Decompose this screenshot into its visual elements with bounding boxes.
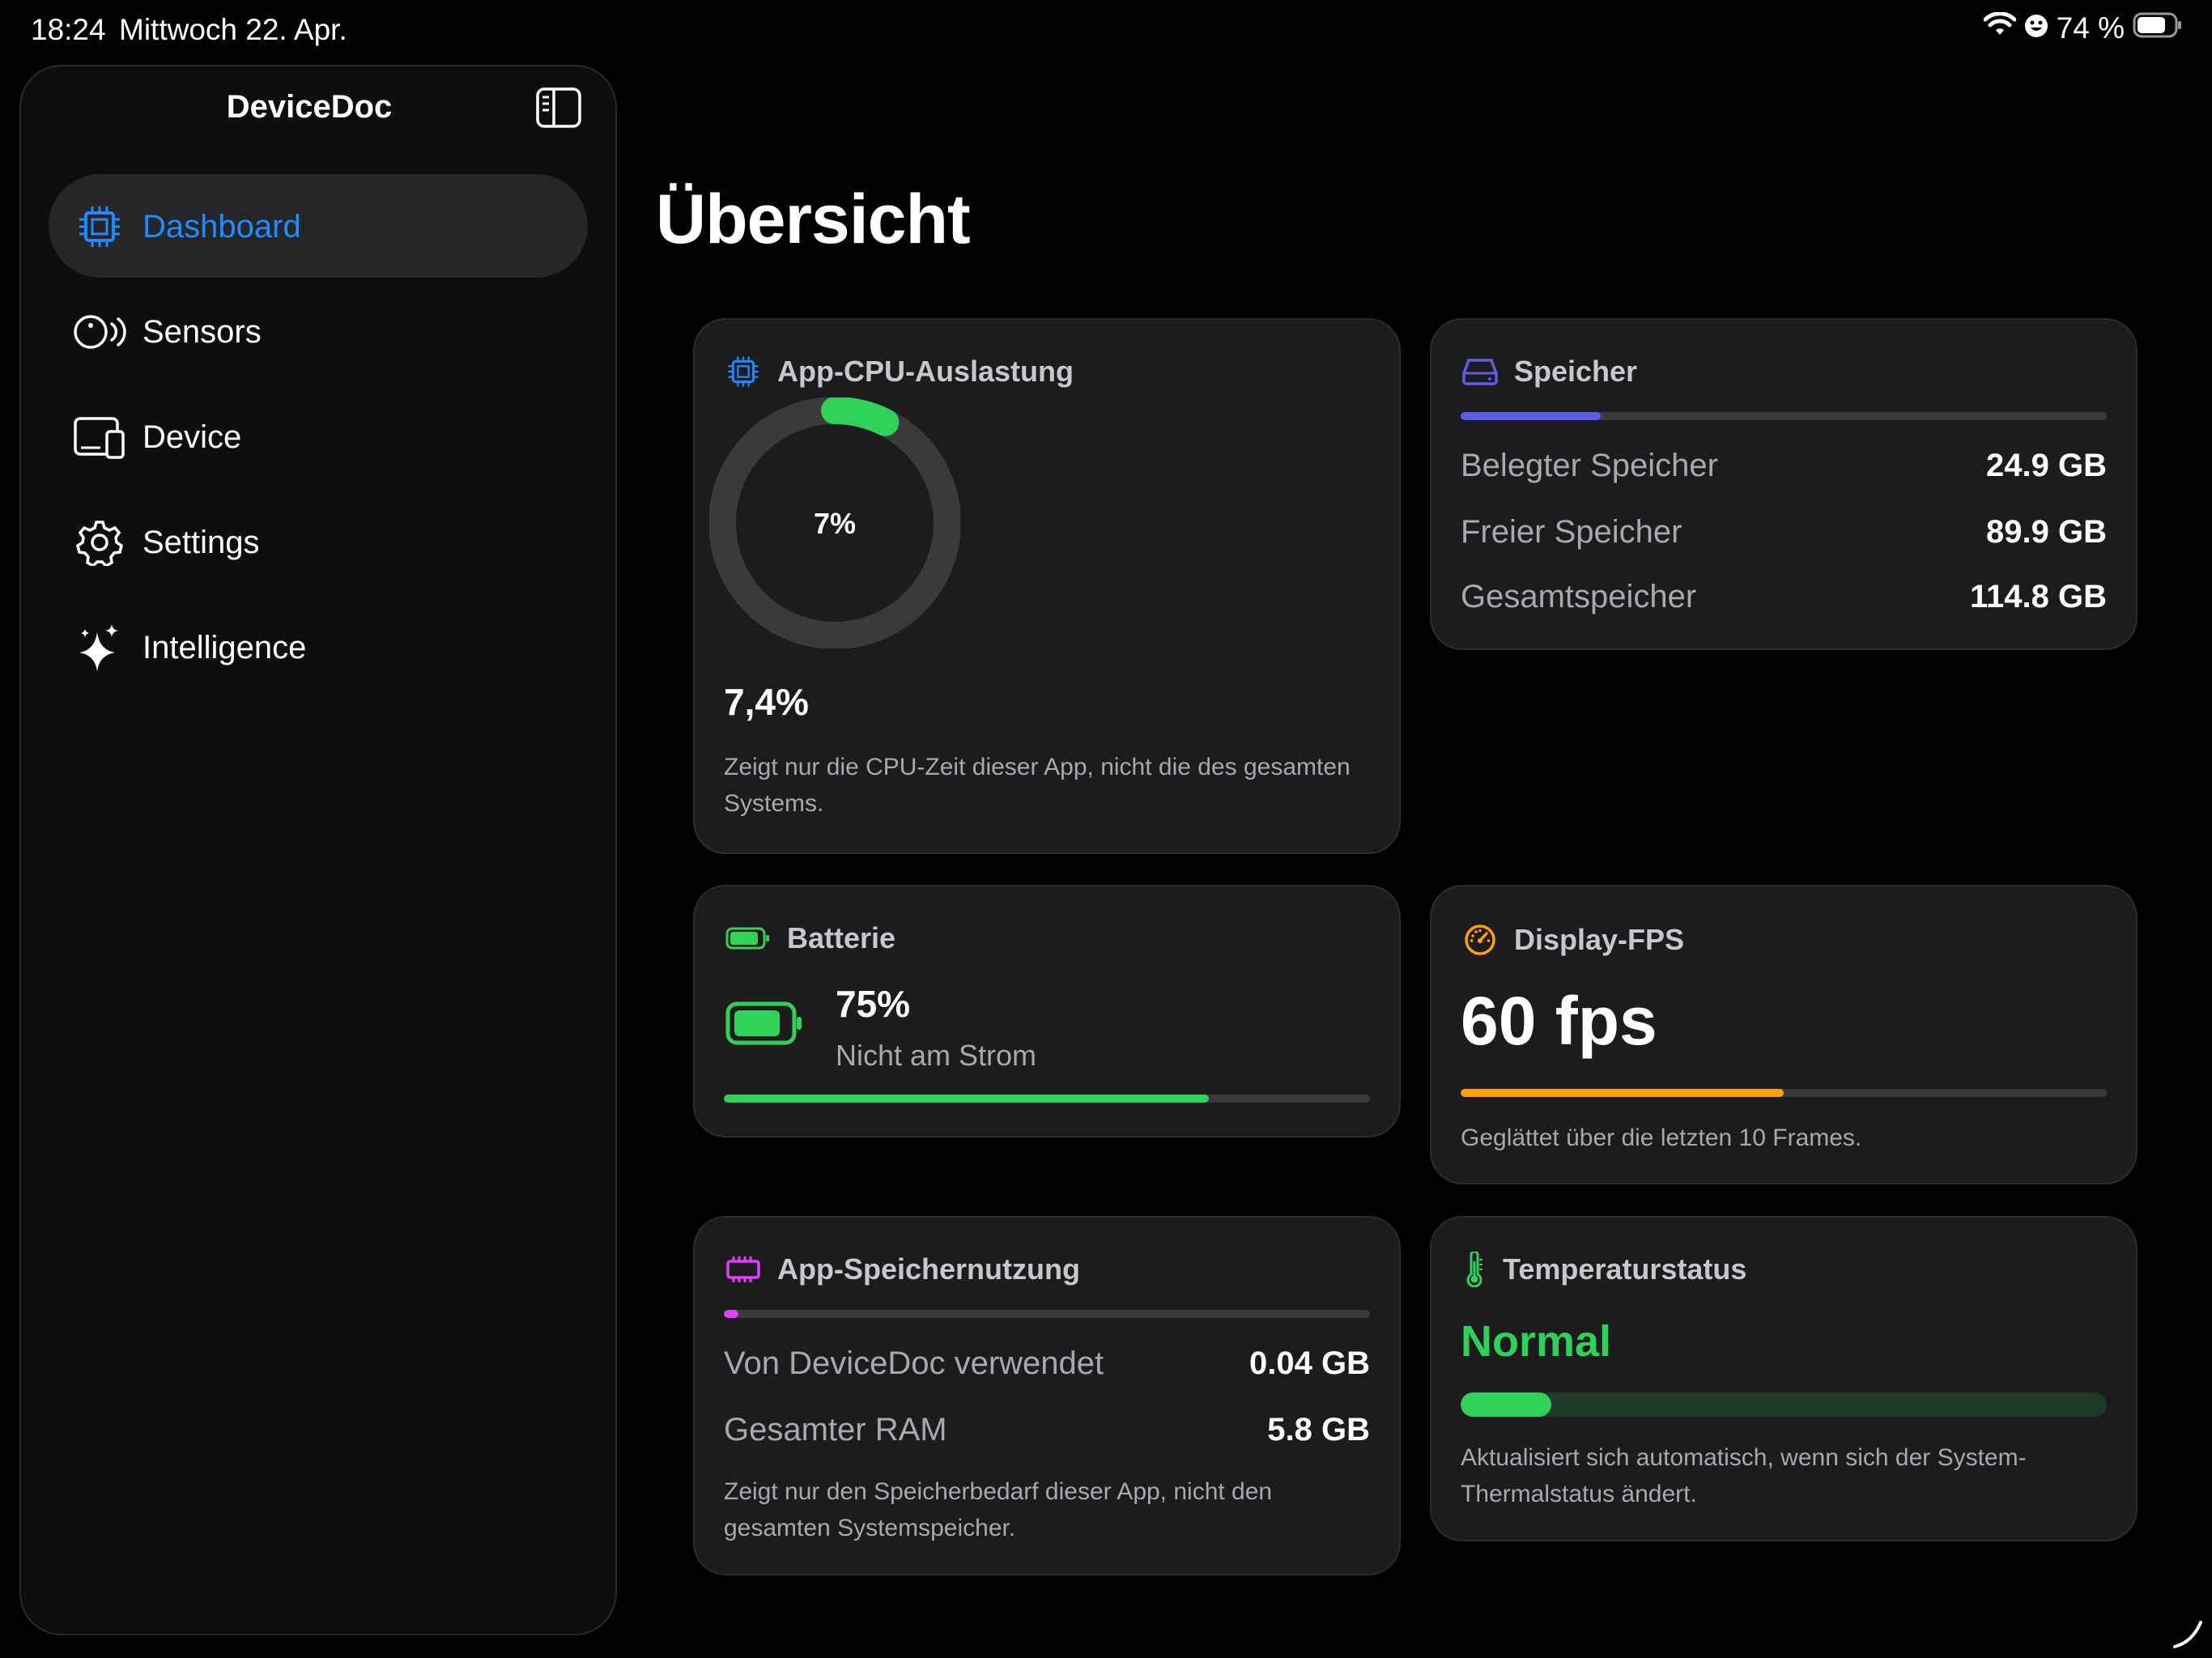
hard-drive-icon: [1462, 354, 1498, 389]
sidebar-item-label: Dashboard: [143, 208, 301, 244]
sidebar-item-label: Sensors: [143, 313, 262, 350]
focus-smiley-icon: [2024, 11, 2048, 45]
pencil-indicator-icon: [2173, 1621, 2202, 1648]
storage-card: Speicher Belegter Speicher 24.9 GB Freie…: [1430, 318, 2138, 650]
thermal-progress-fill: [1461, 1392, 1551, 1417]
app-memory-title-label: App-Speichernutzung: [777, 1252, 1080, 1286]
battery-title-label: Batterie: [787, 921, 896, 954]
devices-icon: [73, 410, 126, 464]
sidebar-item-label: Intelligence: [143, 629, 307, 665]
sidebar-item-settings[interactable]: Settings: [73, 517, 260, 568]
wifi-icon: [1983, 11, 2017, 45]
battery-card-title: Batterie: [725, 920, 895, 956]
cpu-icon: [73, 200, 126, 253]
battery-large-icon: [725, 1001, 802, 1045]
sidebar-item-device[interactable]: Device: [73, 411, 241, 463]
storage-card-title: Speicher: [1462, 354, 1637, 389]
sidebar-icon: [536, 87, 581, 128]
cpu-card: App-CPU-Auslastung 7% 7,4% Zeigt nur die…: [693, 318, 1401, 854]
storage-used-label: Belegter Speicher: [1461, 448, 1718, 483]
storage-progress-fill: [1461, 412, 1602, 420]
sidebar: [19, 65, 617, 1635]
thermal-card-title: Temperaturstatus: [1462, 1252, 1746, 1287]
app-memory-used-label: Von DeviceDoc verwendet: [724, 1346, 1104, 1381]
sparkles-icon: [73, 621, 126, 674]
storage-free-label: Freier Speicher: [1461, 514, 1682, 550]
app-memory-total-value: 5.8 GB: [1267, 1412, 1370, 1448]
fps-card: Display-FPS 60 fps Geglättet über die le…: [1430, 885, 2138, 1184]
cpu-value: 7,4%: [724, 681, 809, 723]
app-memory-card: App-Speichernutzung Von DeviceDoc verwen…: [693, 1216, 1401, 1575]
storage-progress-bar: [1461, 412, 2107, 420]
fps-progress-fill: [1461, 1089, 1784, 1097]
cpu-ring-label: 7%: [814, 507, 856, 540]
sidebar-toggle-button[interactable]: [536, 87, 581, 128]
battery-progress-fill: [724, 1095, 1209, 1103]
storage-free-value: 89.9 GB: [1986, 514, 2107, 550]
app-memory-description: Zeigt nur den Speicherbedarf dieser App,…: [724, 1478, 1273, 1541]
app-memory-used-value: 0.04 GB: [1249, 1346, 1370, 1381]
memory-chip-icon: [725, 1252, 761, 1287]
sidebar-item-label: Settings: [143, 524, 260, 560]
storage-title-label: Speicher: [1514, 355, 1638, 388]
status-date: Mittwoch 22. Apr.: [119, 13, 347, 46]
app-title: DeviceDoc: [226, 89, 393, 125]
sidebar-item-label: Device: [143, 419, 242, 455]
battery-small-icon: [725, 920, 771, 956]
status-time: 18:24: [31, 13, 106, 46]
battery-percent: 74 %: [2056, 11, 2125, 45]
cpu-ring-gauge: 7%: [709, 397, 960, 648]
cpu-title-label: App-CPU-Auslastung: [777, 355, 1074, 388]
battery-icon: [2133, 11, 2183, 45]
sidebar-item-intelligence[interactable]: Intelligence: [73, 622, 306, 674]
sidebar-item-sensors[interactable]: Sensors: [73, 306, 262, 358]
cpu-icon: [725, 354, 761, 389]
fps-description: Geglättet über die letzten 10 Frames.: [1461, 1124, 1862, 1151]
page-title: Übersicht: [656, 181, 971, 258]
fps-progress-bar: [1461, 1089, 2107, 1097]
thermal-title-label: Temperaturstatus: [1503, 1252, 1747, 1286]
app-memory-card-title: App-Speichernutzung: [725, 1252, 1080, 1287]
sidebar-item-dashboard[interactable]: Dashboard: [73, 201, 301, 253]
cpu-card-title: App-CPU-Auslastung: [725, 354, 1074, 389]
fps-title-label: Display-FPS: [1514, 923, 1685, 956]
app-memory-total-label: Gesamter RAM: [724, 1412, 947, 1448]
thermal-description: Aktualisiert sich automatisch, wenn sich…: [1461, 1444, 2027, 1507]
thermal-state: Normal: [1461, 1317, 1612, 1366]
cpu-description: Zeigt nur die CPU-Zeit dieser App, nicht…: [724, 754, 1351, 817]
battery-state: Nicht am Strom: [836, 1039, 1037, 1072]
storage-used-value: 24.9 GB: [1986, 448, 2107, 483]
storage-total-value: 114.8 GB: [1969, 579, 2107, 614]
app-memory-progress-fill: [724, 1310, 738, 1318]
fps-card-title: Display-FPS: [1462, 922, 1684, 958]
battery-card: Batterie 75% Nicht am Strom: [693, 885, 1401, 1137]
app-memory-progress-bar: [724, 1310, 1370, 1318]
battery-percent: 75%: [836, 983, 911, 1025]
thermal-progress-bar: [1461, 1392, 2107, 1417]
storage-total-label: Gesamtspeicher: [1461, 579, 1697, 614]
battery-progress-bar: [724, 1095, 1370, 1103]
gear-icon: [73, 516, 126, 569]
thermal-card: Temperaturstatus Normal Aktualisiert sic…: [1430, 1216, 2138, 1541]
status-indicators: 74 %: [1983, 11, 2183, 45]
gauge-icon: [1462, 922, 1498, 958]
thermometer-icon: [1462, 1252, 1487, 1287]
fps-value: 60 fps: [1461, 983, 1657, 1059]
sensor-icon: [73, 305, 126, 359]
